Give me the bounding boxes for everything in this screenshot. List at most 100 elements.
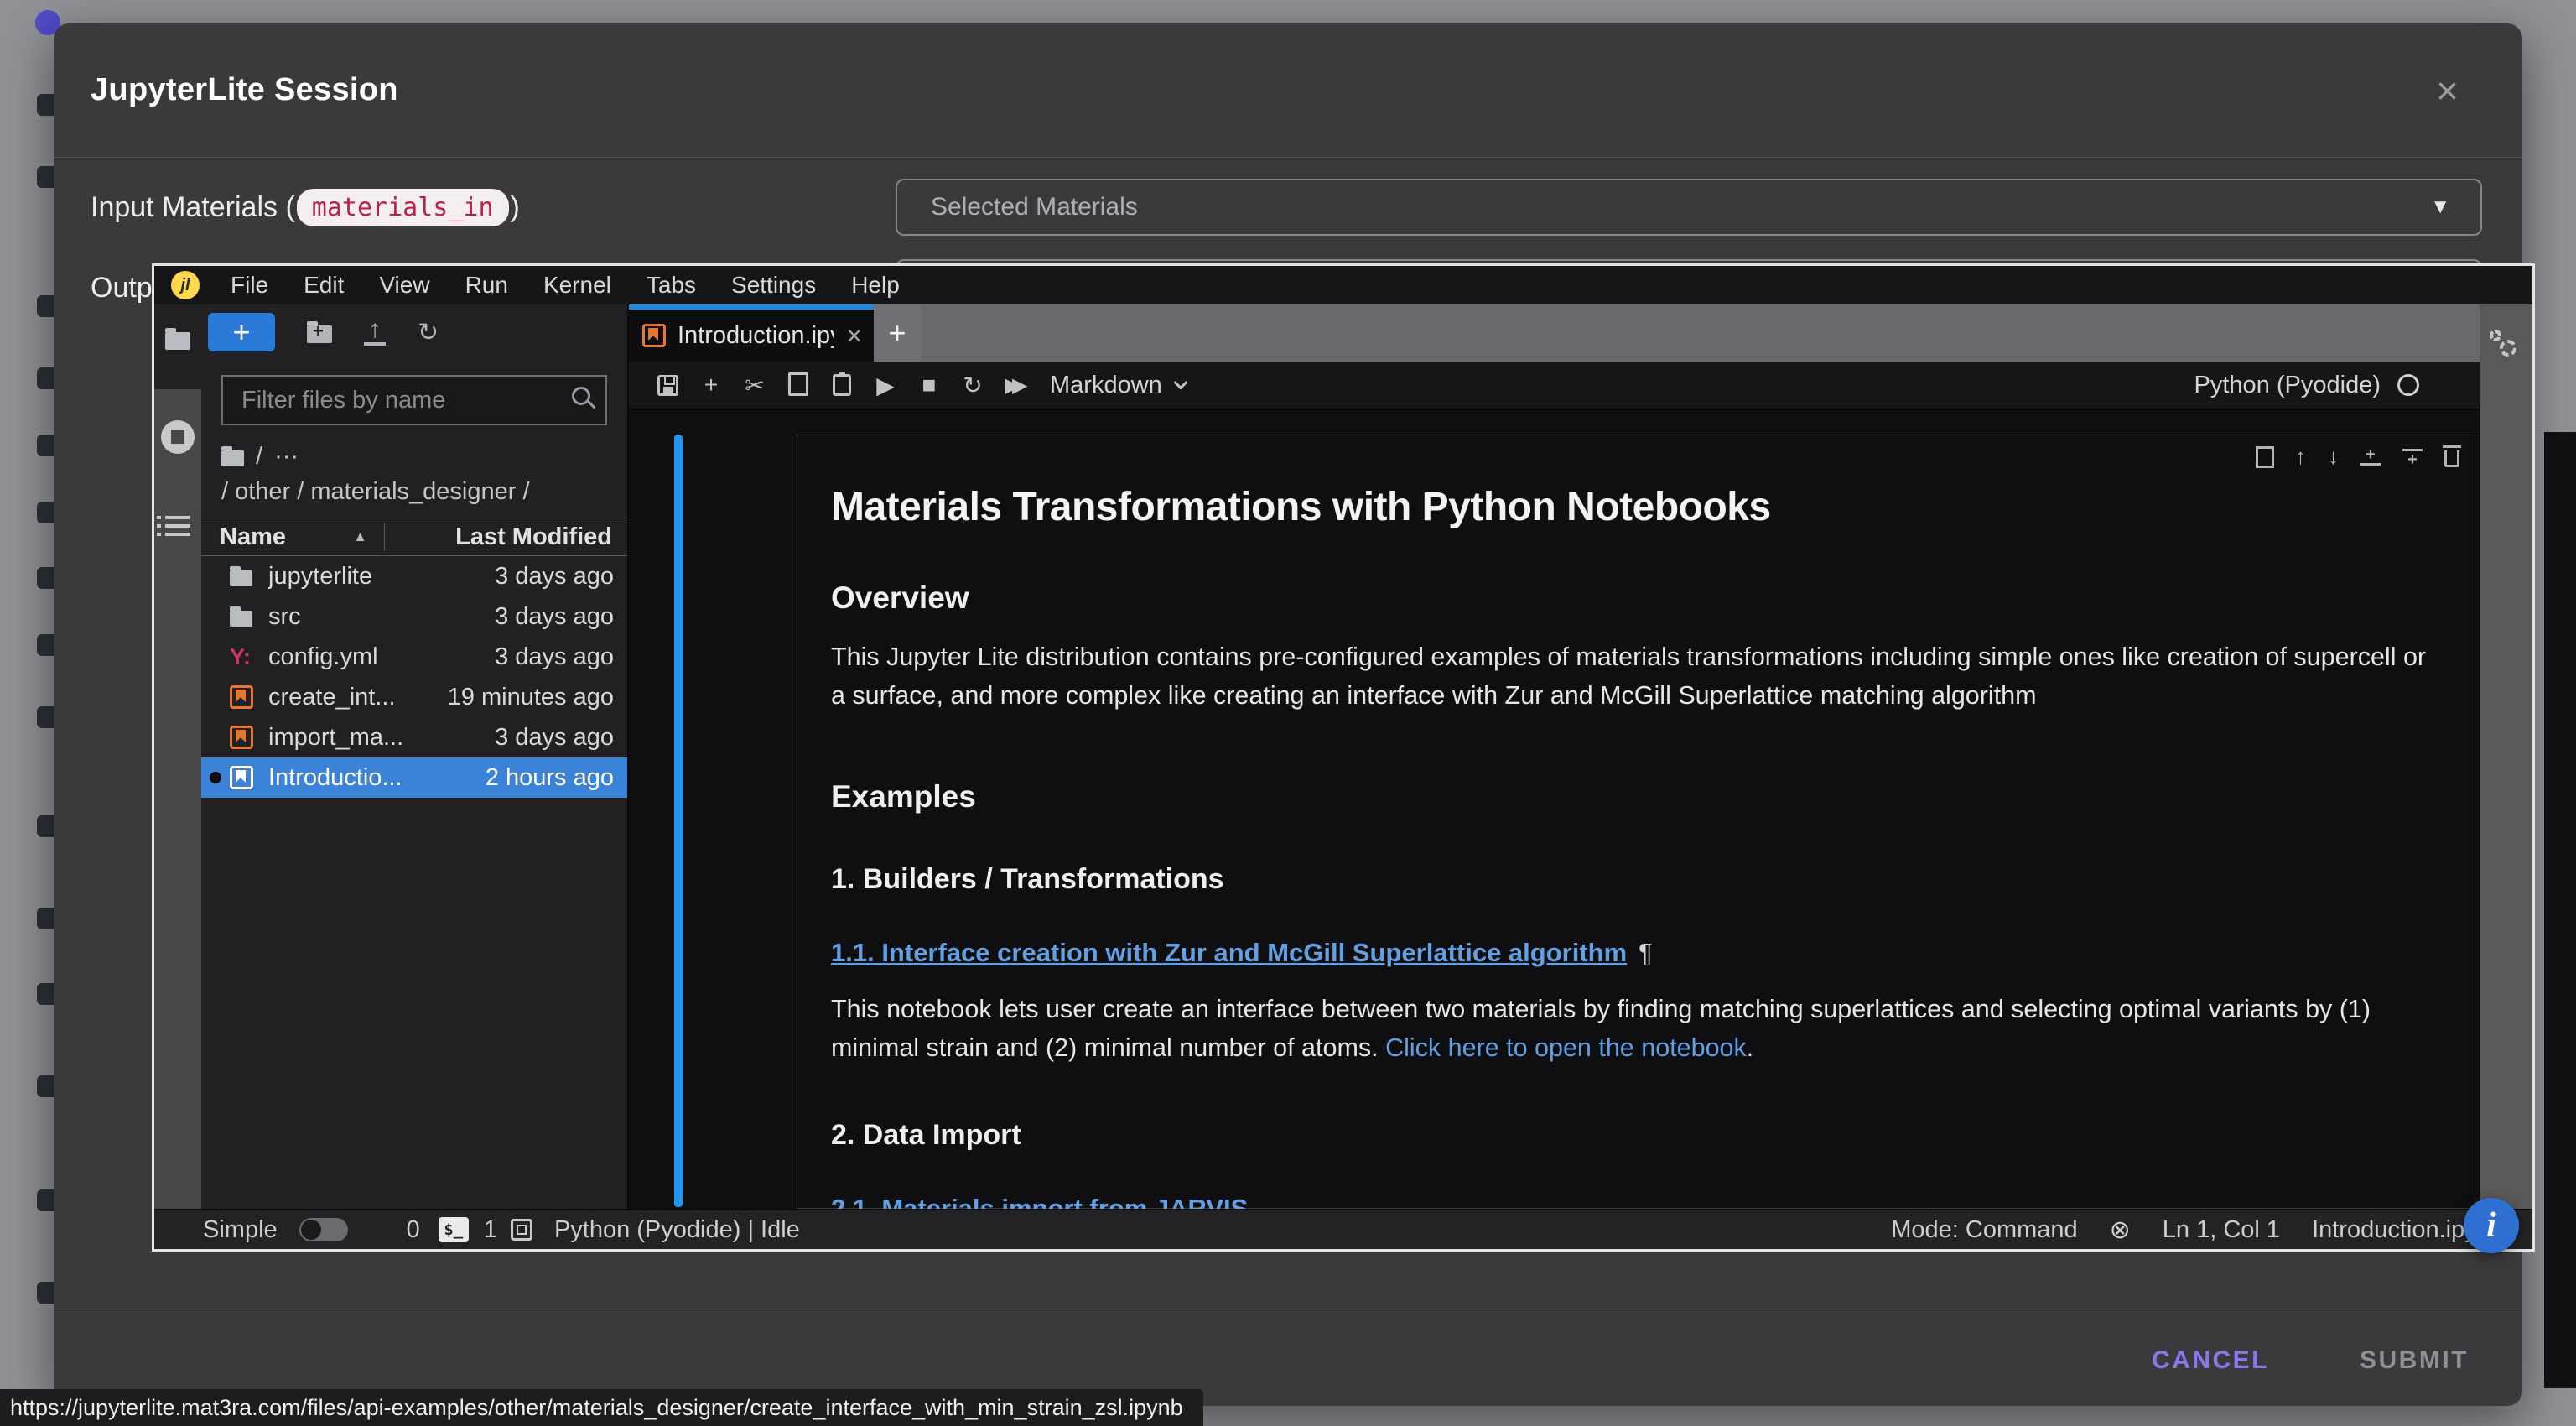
insert-cell-above-button[interactable] [2360, 449, 2381, 466]
cut-cell-button[interactable]: ✂ [733, 372, 776, 399]
upload-button[interactable]: ↑ [364, 319, 386, 346]
new-folder-button[interactable] [307, 321, 332, 343]
file-list-header: Name ▲ Last Modified [201, 518, 627, 556]
menu-help[interactable]: Help [834, 272, 917, 299]
simple-mode-label: Simple [203, 1216, 278, 1244]
kernel-name: Python (Pyodide) [2194, 372, 2381, 399]
jupyterlite-session-dialog: JupyterLite Session × Input Materials ( … [54, 23, 2522, 1406]
input-materials-dropdown[interactable]: Selected Materials ▼ [896, 179, 2482, 236]
paste-cell-button[interactable] [820, 374, 864, 396]
paste-icon [833, 374, 851, 396]
file-row-jupyterlite[interactable]: jupyterlite 3 days ago [201, 556, 627, 596]
input-materials-dropdown-value: Selected Materials [931, 193, 1138, 221]
gear-icon [2500, 340, 2516, 356]
breadcrumb-ellipsis[interactable]: ··· [274, 439, 299, 474]
file-modified: 19 minutes ago [448, 684, 614, 711]
filter-files-input[interactable] [221, 375, 607, 425]
jupyter-menubar: jl File Edit View Run Kernel Tabs Settin… [154, 266, 2532, 304]
kernel-status-text[interactable]: Python (Pyodide) | Idle [554, 1216, 800, 1244]
menu-settings[interactable]: Settings [714, 272, 834, 299]
cpu-icon [511, 1219, 532, 1241]
filter-files-wrap [221, 375, 607, 425]
simple-mode-toggle[interactable] [299, 1218, 348, 1241]
terminal-icon[interactable]: $_ [439, 1217, 469, 1242]
file-browser-toolbar: + ↑ ↻ [201, 304, 627, 360]
move-cell-down-button[interactable]: ↓ [2328, 444, 2339, 470]
yaml-icon: Y: [230, 644, 251, 670]
selected-cell-indicator[interactable] [674, 435, 683, 1207]
kernel-indicator[interactable]: Python (Pyodide) [2194, 372, 2419, 399]
column-name[interactable]: Name ▲ [201, 523, 384, 551]
file-name: jupyterlite [268, 563, 495, 591]
new-tab-button[interactable]: + [874, 304, 921, 362]
close-icon[interactable]: × [2429, 71, 2465, 110]
menu-tabs[interactable]: Tabs [629, 272, 714, 299]
file-row-introduction[interactable]: Introductio... 2 hours ago [201, 757, 627, 798]
duplicate-cell-button[interactable] [2255, 447, 2273, 467]
open-notebook-link[interactable]: Click here to open the notebook [1385, 1033, 1747, 1062]
insert-cell-button[interactable]: + [689, 372, 733, 398]
new-launcher-button[interactable]: + [208, 313, 275, 351]
tab-close-icon[interactable]: × [846, 320, 862, 351]
file-row-src[interactable]: src 3 days ago [201, 596, 627, 637]
notebook-tabbar: Introduction.ipynb × + [629, 304, 2480, 362]
run-cell-button[interactable]: ▶ [864, 372, 907, 399]
copy-cell-button[interactable] [776, 374, 820, 396]
file-modified: 3 days ago [495, 603, 614, 631]
insert-cell-below-button[interactable] [2402, 449, 2423, 466]
duplicate-icon [2260, 450, 2273, 467]
file-row-import-materials[interactable]: import_ma... 3 days ago [201, 717, 627, 757]
terminals-count: 0 [407, 1216, 420, 1244]
interface-creation-link[interactable]: 1.1. Interface creation with Zur and McG… [831, 938, 1627, 967]
overview-heading: Overview [831, 580, 2441, 616]
submit-button[interactable]: SUBMIT [2346, 1338, 2482, 1383]
info-button[interactable]: i [2464, 1198, 2519, 1253]
breadcrumb-path[interactable]: / other / materials_designer / [221, 474, 607, 509]
menu-kernel[interactable]: Kernel [526, 272, 629, 299]
data-import-heading: 2. Data Import [831, 1119, 2441, 1152]
menu-view[interactable]: View [361, 272, 447, 299]
column-last-modified[interactable]: Last Modified [384, 523, 627, 551]
file-browser-tab[interactable] [161, 328, 195, 350]
tab-introduction-ipynb[interactable]: Introduction.ipynb × [629, 304, 874, 362]
stop-kernel-button[interactable]: ■ [907, 372, 951, 398]
upload-icon: ↑ [369, 319, 382, 341]
cell-type-value: Markdown [1050, 372, 1162, 399]
notebook-content: ↑ ↓ Materials Transformations with Pytho… [629, 410, 2480, 1209]
restart-run-all-button[interactable]: ▶▶ [995, 373, 1038, 398]
file-row-create-interface[interactable]: create_int... 19 minutes ago [201, 677, 627, 717]
jarvis-import-link[interactable]: 2.1. Materials import from JARVIS [831, 1194, 1248, 1209]
cancel-button[interactable]: CANCEL [2138, 1338, 2283, 1383]
notebook-icon [230, 685, 253, 709]
statusbar-left: Simple 0 $_ 1 Python (Pyodide) | Idle [203, 1216, 800, 1244]
table-of-contents-tab[interactable] [161, 516, 195, 536]
menu-edit[interactable]: Edit [286, 272, 361, 299]
move-cell-up-button[interactable]: ↑ [2295, 444, 2306, 470]
chevron-down-icon [1173, 376, 1187, 390]
running-kernels-tab[interactable] [161, 420, 195, 454]
markdown-cell[interactable]: ↑ ↓ Materials Transformations with Pytho… [797, 435, 2475, 1209]
right-sidebar-strip [2480, 304, 2532, 1209]
input-materials-row: Input Materials ( materials_in ) Selecte… [54, 178, 2522, 237]
file-browser-panel: + ↑ ↻ / ··· [201, 304, 629, 1209]
menu-file[interactable]: File [213, 272, 286, 299]
file-modified: 3 days ago [495, 724, 614, 752]
breadcrumb-root[interactable]: / [256, 439, 262, 474]
jupyterlite-frame: jl File Edit View Run Kernel Tabs Settin… [152, 263, 2535, 1252]
chevron-down-icon: ▼ [2430, 195, 2450, 219]
materials-in-chip: materials_in [297, 189, 509, 226]
menu-run[interactable]: Run [448, 272, 526, 299]
jarvis-import-heading: 2.1. Materials import from JARVIS [831, 1194, 2441, 1209]
file-row-config[interactable]: Y: config.yml 3 days ago [201, 637, 627, 677]
settings-gears-button[interactable] [2488, 330, 2525, 367]
restart-kernel-button[interactable]: ↻ [951, 372, 995, 399]
save-button[interactable] [646, 375, 689, 396]
delete-cell-button[interactable] [2444, 446, 2459, 467]
notebook-icon [230, 726, 253, 749]
file-name: Introductio... [268, 764, 486, 792]
notebook-panel: Introduction.ipynb × + + ✂ ▶ ■ ↻ ▶▶ [629, 304, 2480, 1209]
refresh-button[interactable]: ↻ [418, 318, 439, 347]
home-folder-icon[interactable] [221, 450, 244, 466]
cell-type-select[interactable]: Markdown [1050, 372, 1186, 399]
input-materials-label-text: Input Materials ( [91, 191, 295, 224]
